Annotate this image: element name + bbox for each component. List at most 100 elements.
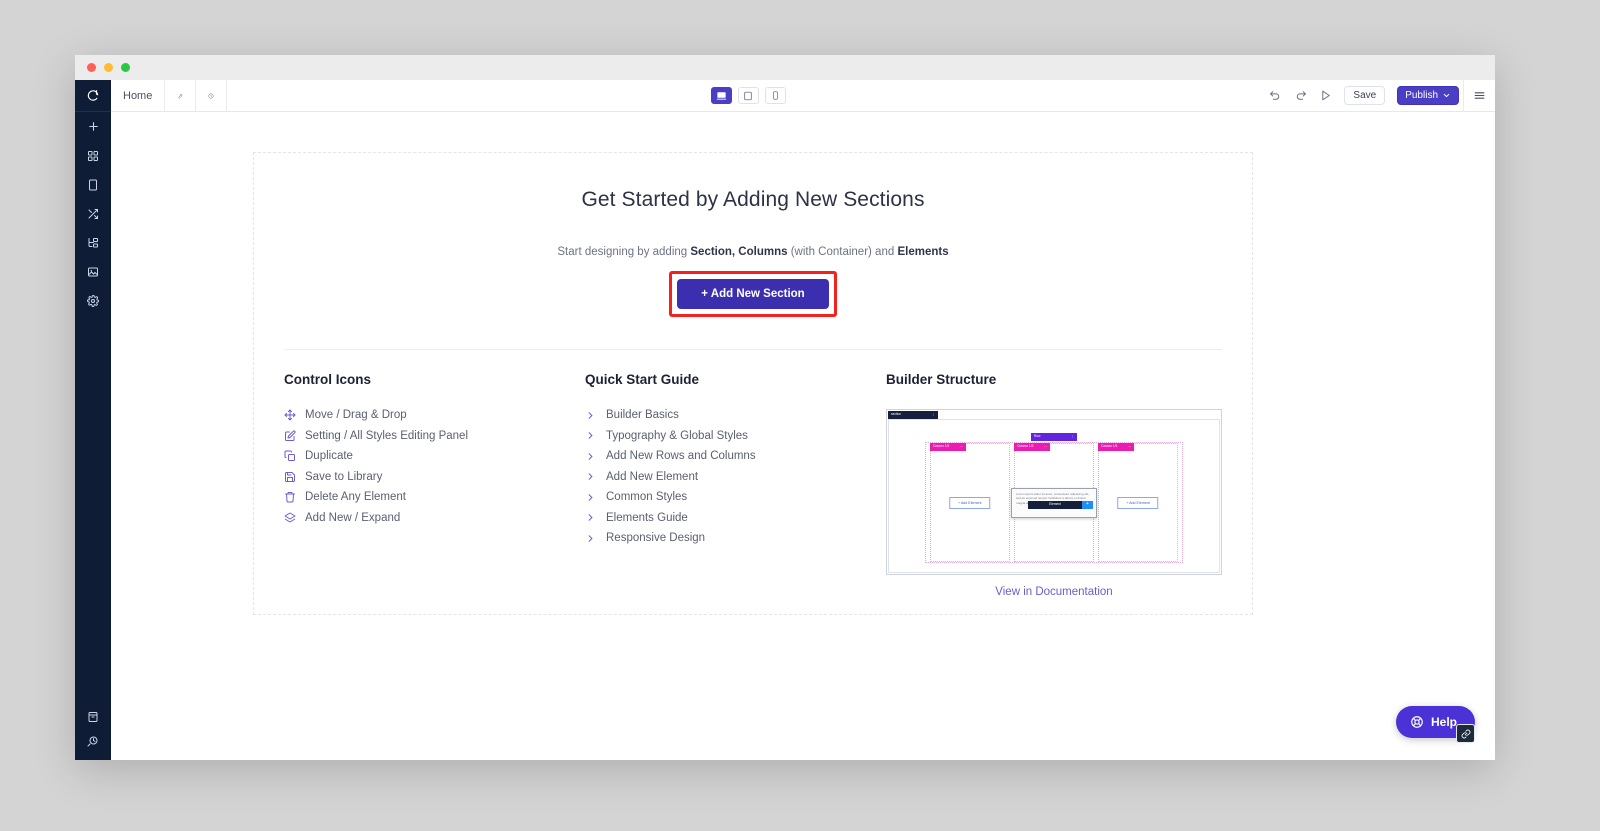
layers-stack-icon bbox=[284, 512, 297, 524]
clock-icon[interactable] bbox=[196, 80, 228, 111]
link-chain-icon bbox=[1461, 729, 1470, 738]
help-label: Help bbox=[1430, 715, 1457, 729]
control-icons-list: Move / Drag & Drop Setting / All Styles … bbox=[284, 409, 585, 524]
diagram-element-text: Element bbox=[1049, 501, 1061, 506]
toolbar-right-spacer bbox=[786, 80, 1270, 111]
control-icons-column: Control Icons Move / Drag & Drop Setting… bbox=[284, 372, 585, 598]
window-minimize-button[interactable] bbox=[104, 63, 113, 72]
quick-start-item-elements-guide[interactable]: Elements Guide bbox=[585, 512, 886, 524]
hero-subtitle-bold-2: Elements bbox=[897, 246, 949, 258]
sidebar-item-structure[interactable] bbox=[75, 228, 111, 257]
undo-icon[interactable] bbox=[1269, 89, 1282, 102]
quick-start-item-typography[interactable]: Typography & Global Styles bbox=[585, 430, 886, 442]
publish-button[interactable]: Publish bbox=[1397, 86, 1460, 105]
diagram-column-label: Column 1/3 ⋯ bbox=[929, 443, 966, 451]
diagram-column-text: Column 1/3 bbox=[932, 444, 950, 449]
quick-start-list: Builder Basics Typography & Global Style… bbox=[585, 409, 886, 544]
sidebar-item-media[interactable] bbox=[75, 257, 111, 286]
help-link-badge[interactable] bbox=[1456, 724, 1475, 743]
quick-start-item-label: Typography & Global Styles bbox=[606, 429, 748, 442]
list-item-move: Move / Drag & Drop bbox=[284, 409, 585, 421]
diagram-column-label: Column 1/3 ⋯ bbox=[1098, 443, 1135, 451]
duplicate-copy-icon bbox=[284, 450, 297, 462]
diagram-section-label: section ⋮ bbox=[888, 411, 938, 419]
list-item-label: Move / Drag & Drop bbox=[305, 409, 407, 421]
hero-subtitle-bold-1: Section, Columns bbox=[690, 246, 788, 258]
diagram-add-element-button: + Add Element bbox=[949, 496, 991, 509]
diagram-row-box: Column 1/3 ⋯ + Add Element Column 1/3 ⋯ … bbox=[925, 442, 1183, 563]
diagram-column-2: Column 1/3 ⋯ Lorem ipsum dolor sit amet,… bbox=[1010, 443, 1097, 562]
wrench-icon[interactable] bbox=[165, 80, 197, 111]
sidebar-item-shuffle[interactable] bbox=[75, 199, 111, 228]
chevron-right-icon bbox=[585, 533, 596, 544]
empty-state-card: Get Started by Adding New Sections Start… bbox=[253, 152, 1253, 615]
diagram-add-element-button: + Add Element bbox=[1117, 496, 1159, 509]
diagram-column-label: Column 1/3 ⋯ bbox=[1014, 443, 1051, 451]
window-titlebar bbox=[75, 55, 1495, 80]
move-arrows-icon bbox=[284, 409, 297, 421]
builder-structure-heading: Builder Structure bbox=[886, 372, 997, 387]
app-window: Home Save Publish Get Started by Adding … bbox=[75, 55, 1495, 760]
hero-subtitle-mid: (with Container) and bbox=[787, 246, 898, 258]
toolbar-left-spacer bbox=[227, 80, 711, 111]
save-button[interactable]: Save bbox=[1344, 86, 1386, 105]
hero-subtitle-pre: Start designing by adding bbox=[557, 246, 691, 258]
top-toolbar: Home Save Publish bbox=[111, 80, 1495, 112]
quick-start-item-common-styles[interactable]: Common Styles bbox=[585, 491, 886, 503]
help-button[interactable]: Help bbox=[1395, 706, 1475, 743]
sidebar-item-library[interactable] bbox=[75, 702, 111, 731]
diagram-column-text: Column 1/3 bbox=[1017, 444, 1034, 449]
diagram-element-bar: Element bbox=[1027, 500, 1082, 509]
redo-icon[interactable] bbox=[1294, 89, 1307, 102]
chevron-right-icon bbox=[585, 430, 596, 441]
quick-start-item-rows-columns[interactable]: Add New Rows and Columns bbox=[585, 450, 886, 462]
diagram-row-text: Row bbox=[1034, 434, 1041, 439]
diagram-element-tooltip: Lorem ipsum dolor sit amet, consectetur … bbox=[1010, 487, 1097, 518]
chevron-right-icon bbox=[585, 471, 596, 482]
diagram-section-dots: ⋮ bbox=[931, 412, 935, 417]
tab-home[interactable]: Home bbox=[111, 80, 166, 111]
diagram-row-label: Row ⋮ bbox=[1031, 433, 1077, 441]
diagram-section-frame: Row ⋮ Column 1/3 ⋯ + Add Element Column … bbox=[888, 419, 1220, 573]
toolbar-actions: Save Publish bbox=[1269, 80, 1467, 111]
quick-start-item-responsive-design[interactable]: Responsive Design bbox=[585, 532, 886, 544]
chevron-right-icon bbox=[585, 492, 596, 503]
edit-pencil-square-icon bbox=[284, 429, 297, 442]
control-icons-heading: Control Icons bbox=[284, 372, 371, 387]
quick-start-item-label: Add New Element bbox=[606, 470, 699, 483]
window-maximize-button[interactable] bbox=[121, 63, 130, 72]
hamburger-menu-icon[interactable] bbox=[1463, 80, 1495, 111]
diagram-column-1: Column 1/3 ⋯ + Add Element bbox=[929, 443, 1010, 562]
editor-canvas: Get Started by Adding New Sections Start… bbox=[111, 112, 1495, 760]
preview-play-icon[interactable] bbox=[1319, 89, 1332, 102]
add-new-section-highlight: + Add New Section bbox=[669, 271, 837, 317]
trash-icon bbox=[284, 491, 297, 503]
sidebar-item-add[interactable] bbox=[75, 112, 111, 141]
sidebar-item-layouts[interactable] bbox=[75, 141, 111, 170]
diagram-column-dots: ⋯ bbox=[959, 444, 963, 449]
builder-structure-column: Builder Structure section ⋮ Row ⋮ Column… bbox=[886, 372, 1222, 598]
device-desktop-button[interactable] bbox=[710, 87, 732, 104]
sidebar-item-pages[interactable] bbox=[75, 170, 111, 199]
device-tablet-button[interactable] bbox=[737, 87, 759, 104]
quick-start-item-label: Builder Basics bbox=[606, 409, 679, 421]
list-item-duplicate: Duplicate bbox=[284, 450, 585, 462]
list-item-label: Setting / All Styles Editing Panel bbox=[305, 429, 469, 442]
sidebar-item-revisions[interactable] bbox=[75, 731, 111, 760]
quick-start-item-add-element[interactable]: Add New Element bbox=[585, 471, 886, 483]
quick-start-item-builder-basics[interactable]: Builder Basics bbox=[585, 409, 886, 421]
list-item-label: Duplicate bbox=[305, 450, 353, 462]
add-new-section-button[interactable]: + Add New Section bbox=[677, 279, 829, 309]
view-in-documentation-link[interactable]: View in Documentation bbox=[886, 586, 1222, 598]
quick-start-heading: Quick Start Guide bbox=[585, 372, 700, 387]
chevron-down-icon bbox=[1443, 93, 1450, 98]
diagram-column-dots: ⋯ bbox=[1043, 444, 1048, 449]
chevron-right-icon bbox=[585, 512, 596, 523]
lifebuoy-icon bbox=[1410, 715, 1424, 729]
brand-logo[interactable] bbox=[75, 80, 111, 112]
device-mobile-button[interactable] bbox=[764, 87, 786, 104]
list-item-save-to-library: Save to Library bbox=[284, 471, 585, 483]
window-close-button[interactable] bbox=[87, 63, 96, 72]
sidebar-item-settings[interactable] bbox=[75, 286, 111, 315]
list-item-label: Delete Any Element bbox=[305, 491, 407, 503]
